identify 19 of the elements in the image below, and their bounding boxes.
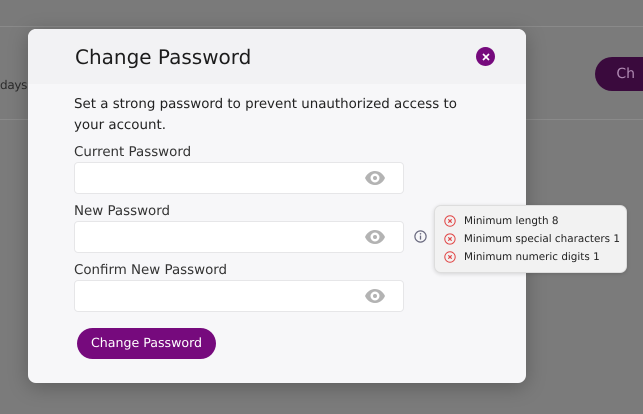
requirement-text: Minimum length 8 [464,214,558,229]
requirement-text: Minimum special characters 1 [464,232,620,247]
info-icon[interactable] [414,230,427,243]
eye-icon[interactable] [365,171,385,185]
requirement-text: Minimum numeric digits 1 [464,250,600,265]
field-label: Confirm New Password [74,262,228,280]
password-field[interactable] [74,221,404,253]
eye-icon[interactable] [365,289,385,303]
background-text: days [0,77,28,94]
description-text: Set a strong password to prevent unauthorized access to your account. [74,96,458,135]
close-button[interactable] [476,47,495,66]
field-label: Current Password [74,144,192,162]
background-button[interactable]: Ch [595,57,643,91]
password-field[interactable] [74,162,404,194]
dialog-title: Change Password [75,44,252,70]
eye-icon[interactable] [365,230,385,244]
close-icon [482,52,490,60]
change-password-button[interactable]: Change Password [77,328,216,359]
password-field[interactable] [74,280,404,312]
